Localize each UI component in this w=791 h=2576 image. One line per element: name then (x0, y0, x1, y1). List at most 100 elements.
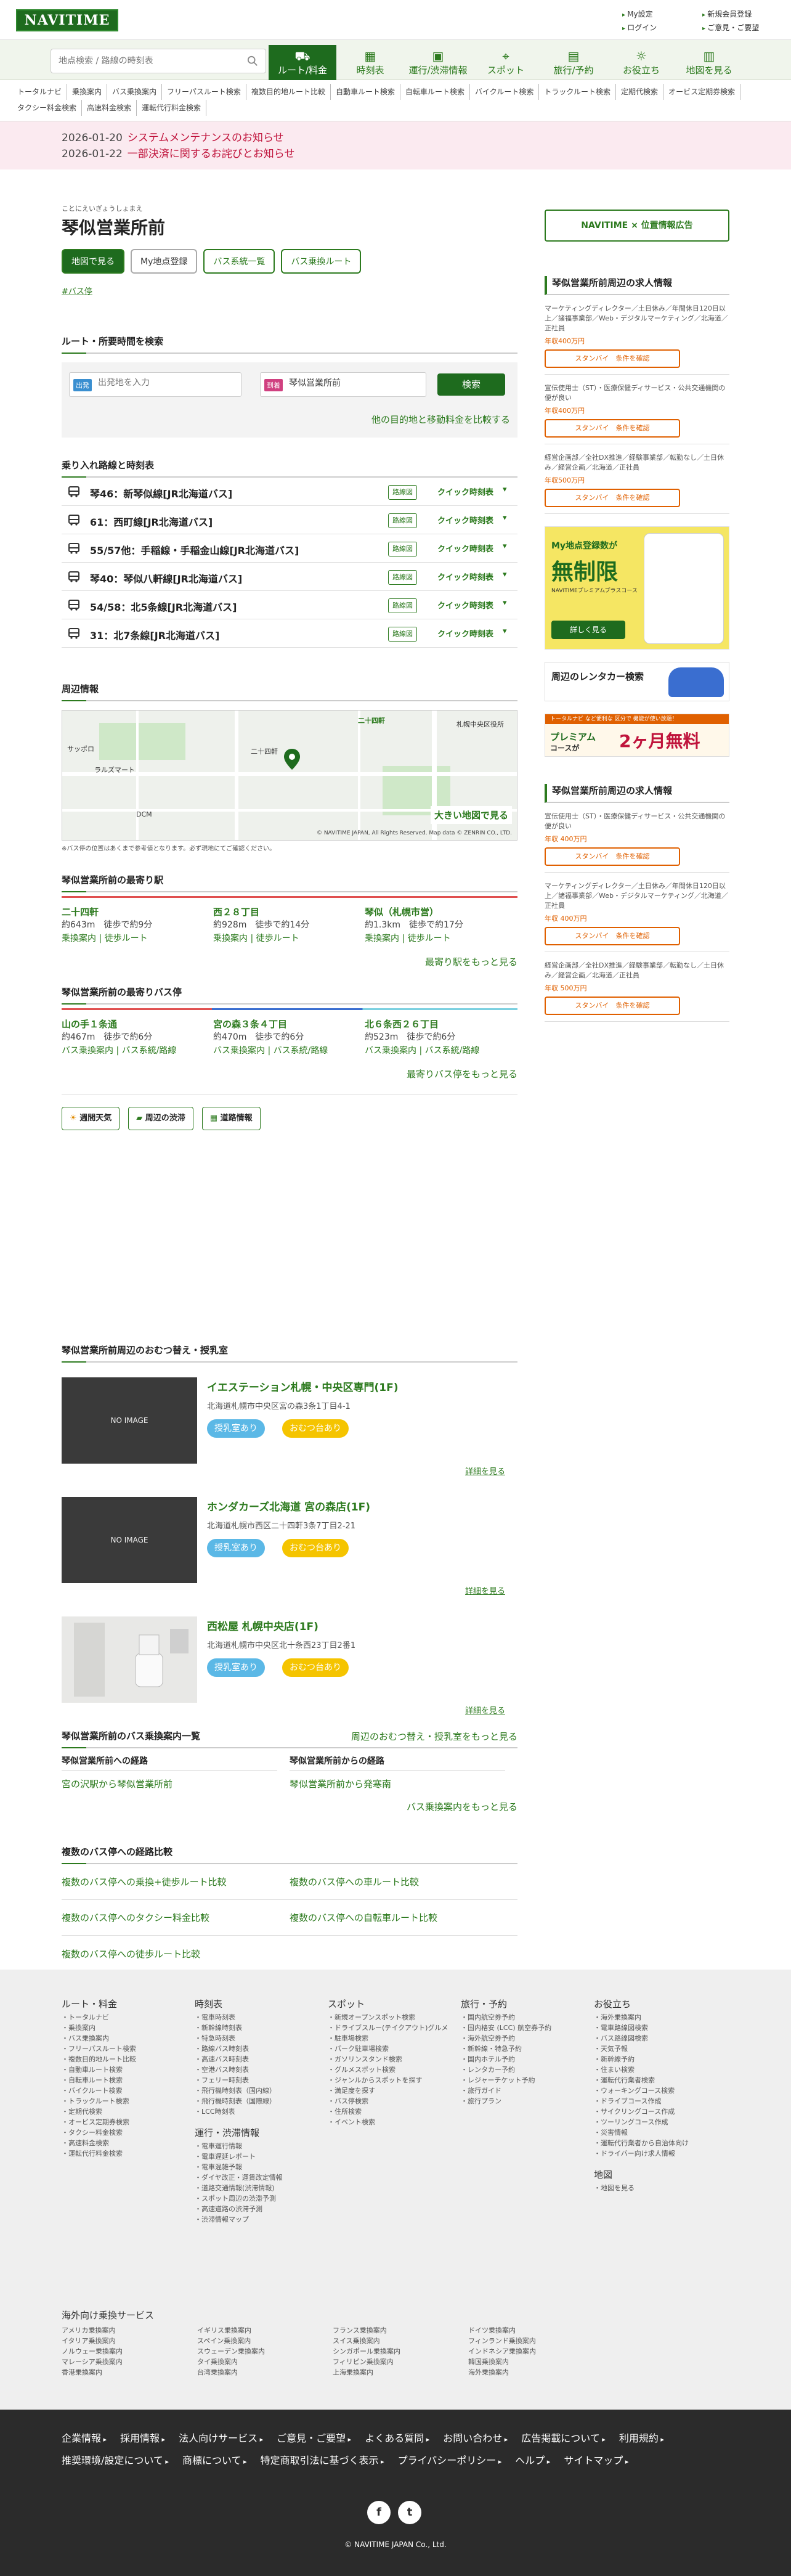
overseas-link[interactable]: 台湾乗換案内 (197, 2367, 333, 2378)
route-search-button[interactable]: 検索 (437, 373, 505, 396)
overseas-link[interactable]: 海外乗換案内 (468, 2367, 604, 2378)
chevron-down-icon[interactable]: ▾ (503, 485, 507, 494)
from-route-link[interactable]: 琴似営業所前から発寒南 (290, 1777, 517, 1790)
footer-link[interactable]: 広告掲載について (521, 2428, 606, 2450)
footer-link[interactable]: LCC時刻表 (195, 2106, 318, 2117)
footer-link[interactable]: レジャーチケット予約 (461, 2075, 584, 2085)
bus-stop-links[interactable]: バス乗換案内 | バス系統/路線 (213, 1044, 365, 1056)
footer-link[interactable]: 電車時刻表 (195, 2012, 318, 2023)
overseas-link[interactable]: 香港乗換案内 (62, 2367, 197, 2378)
footer-link[interactable]: ツーリングコース作成 (594, 2117, 717, 2127)
footer-link[interactable]: ドライバー向け求人情報 (594, 2148, 717, 2159)
overseas-link[interactable]: ノルウェー乗換案内 (62, 2346, 197, 2357)
feedback-link[interactable]: ご意見・ご要望 (702, 21, 782, 35)
job-condition-button[interactable]: スタンバイ 条件を確認 (545, 927, 680, 945)
footer-link[interactable]: 推奨環境/設定について (62, 2450, 169, 2472)
footer-link[interactable]: ガソリンスタンド検索 (328, 2054, 451, 2064)
overseas-link[interactable]: スペイン乗換案内 (197, 2336, 333, 2346)
quick-timetable-link[interactable]: クイック時刻表 (437, 627, 493, 639)
footer-link[interactable]: 渋滞情報マップ (195, 2214, 318, 2225)
overseas-link[interactable]: 上海乗換案内 (333, 2367, 468, 2378)
footer-link[interactable]: タクシー料金検索 (62, 2127, 185, 2138)
baby-room-name[interactable]: ホンダカーズ北海道 宮の森店(1F) (207, 1498, 370, 1514)
footer-link[interactable]: 電車混雑予報 (195, 2162, 318, 2172)
subnav-item[interactable]: 乗換案内 (67, 84, 108, 100)
footer-link[interactable]: 特急時刻表 (195, 2033, 318, 2044)
search-icon[interactable] (247, 55, 258, 67)
my-settings-link[interactable]: My設定 (622, 7, 702, 21)
subnav-item[interactable]: バイクルート検索 (470, 84, 540, 100)
footer-link[interactable]: 電車路線図検索 (594, 2023, 717, 2033)
subnav-item[interactable]: 複数目的地ルート比較 (246, 84, 331, 100)
tab-useful[interactable]: ☼ お役立ち (607, 45, 675, 80)
overseas-link[interactable]: イタリア乗換案内 (62, 2336, 197, 2346)
overseas-link[interactable]: フィリピン乗換案内 (333, 2357, 468, 2367)
overseas-link[interactable]: インドネシア乗換案内 (468, 2346, 604, 2357)
overseas-link[interactable]: イギリス乗換案内 (197, 2325, 333, 2336)
route-map-button[interactable]: 路線図 (388, 570, 417, 585)
footer-link[interactable]: フェリー時刻表 (195, 2075, 318, 2085)
tab-traffic[interactable]: ▣ 運行/渋滞情報 (404, 45, 472, 80)
bus-stop-pin-icon[interactable] (284, 749, 300, 770)
footer-link[interactable]: 道路交通情報(渋滞情報) (195, 2183, 318, 2193)
footer-link[interactable]: グルメスポット検索 (328, 2064, 451, 2075)
footer-link[interactable]: ダイヤ改正・運賃改定情報 (195, 2172, 318, 2183)
compare-link[interactable]: 複数のバス停へのタクシー料金比較 (62, 1911, 290, 1924)
overseas-link[interactable]: シンガポール乗換案内 (333, 2346, 468, 2357)
bus-stop-name[interactable]: 山の手１条通 (62, 1017, 213, 1030)
chevron-down-icon[interactable]: ▾ (503, 570, 507, 579)
subnav-item[interactable]: 自動車ルート検索 (331, 84, 400, 100)
bus-stop-links[interactable]: バス乗換案内 | バス系統/路線 (62, 1044, 213, 1056)
tab-spot[interactable]: ⌖ スポット (472, 45, 540, 80)
bus-line-row[interactable]: 61：西町線[JR北海道バス] 路線図 クイック時刻表 ▾ (62, 506, 517, 534)
bus-line-name[interactable]: 61：西町線[JR北海道バス] (90, 514, 213, 529)
footer-link[interactable]: 複数目的地ルート比較 (62, 2054, 185, 2064)
footer-link[interactable]: ドライブスルー(テイクアウト)グルメ (328, 2023, 451, 2033)
bus-line-row[interactable]: 55/57他：手稲線・手稲金山線[JR北海道バス] 路線図 クイック時刻表 ▾ (62, 534, 517, 563)
overseas-link[interactable]: マレーシア乗換案内 (62, 2357, 197, 2367)
footer-link[interactable]: 高速料金検索 (62, 2138, 185, 2148)
overseas-link[interactable]: タイ乗換案内 (197, 2357, 333, 2367)
footer-link[interactable]: 駐車場検索 (328, 2033, 451, 2044)
premium-ad[interactable]: My地点登録数が 無制限 NAVITIMEプレミアムプラスコース 詳しく見る (545, 526, 729, 650)
overseas-link[interactable]: スイス乗換案内 (333, 2336, 468, 2346)
bus-system-button[interactable]: バス系統一覧 (203, 249, 275, 274)
quick-timetable-link[interactable]: クイック時刻表 (437, 542, 493, 554)
subnav-item[interactable]: 高速料金検索 (82, 100, 137, 116)
navitime-logo[interactable]: NAVITIME (16, 9, 118, 31)
my-spot-button[interactable]: My地点登録 (131, 249, 198, 274)
compare-link[interactable]: 複数のバス停への車ルート比較 (290, 1875, 517, 1888)
more-transfer-link[interactable]: バス乗換案内をもっと見る (62, 1800, 517, 1813)
station-name[interactable]: 琴似（札幌市営） (365, 905, 516, 918)
footer-link[interactable]: 路線バス時刻表 (195, 2044, 318, 2054)
subnav-item[interactable]: オービス定期券検索 (663, 84, 741, 100)
station-links[interactable]: 乗換案内 | 徒歩ルート (213, 932, 365, 944)
tab-travel[interactable]: ▤ 旅行/予約 (540, 45, 607, 80)
footer-link[interactable]: プライバシーポリシー (398, 2450, 502, 2472)
tab-timetable[interactable]: ▦ 時刻表 (336, 45, 404, 80)
road-info-button[interactable]: ▦ 道路情報 (201, 1107, 261, 1130)
bus-line-row[interactable]: 54/58：北5条線[JR北海道バス] 路線図 クイック時刻表 ▾ (62, 591, 517, 619)
footer-link[interactable]: 法人向けサービス (179, 2428, 263, 2450)
register-link[interactable]: 新規会員登録 (702, 7, 782, 21)
notice-item[interactable]: 2026-01-22 一部決済に関するお詫びとお知らせ (62, 146, 729, 162)
baby-room-name[interactable]: イエステーション札幌・中央区専門(1F) (207, 1379, 398, 1394)
bus-stop-tag[interactable]: #バス停 (62, 285, 517, 296)
job-condition-button[interactable]: スタンバイ 条件を確認 (545, 489, 680, 507)
footer-link[interactable]: トラックルート検索 (62, 2096, 185, 2106)
quick-timetable-link[interactable]: クイック時刻表 (437, 514, 493, 526)
bus-route-button[interactable]: バス乗換ルート (281, 249, 362, 274)
bus-line-name[interactable]: 55/57他：手稲線・手稲金山線[JR北海道バス] (90, 542, 299, 557)
subnav-item[interactable]: フリーパスルート検索 (162, 84, 246, 100)
footer-link[interactable]: イベント検索 (328, 2117, 451, 2127)
footer-link[interactable]: 高速バス時刻表 (195, 2054, 318, 2064)
footer-link[interactable]: 電車遅延レポート (195, 2151, 318, 2162)
station-name[interactable]: 二十四軒 (62, 905, 213, 918)
bus-line-name[interactable]: 31：北7条線[JR北海道バス] (90, 627, 219, 642)
chevron-down-icon[interactable]: ▾ (503, 598, 507, 608)
footer-link[interactable]: 空港バス時刻表 (195, 2064, 318, 2075)
bus-line-name[interactable]: 琴46：新琴似線[JR北海道バス] (90, 486, 232, 500)
footer-link[interactable]: 運転代行業者検索 (594, 2075, 717, 2085)
to-route-link[interactable]: 宮の沢駅から琴似営業所前 (62, 1777, 290, 1790)
footer-link[interactable]: バス乗換案内 (62, 2033, 185, 2044)
